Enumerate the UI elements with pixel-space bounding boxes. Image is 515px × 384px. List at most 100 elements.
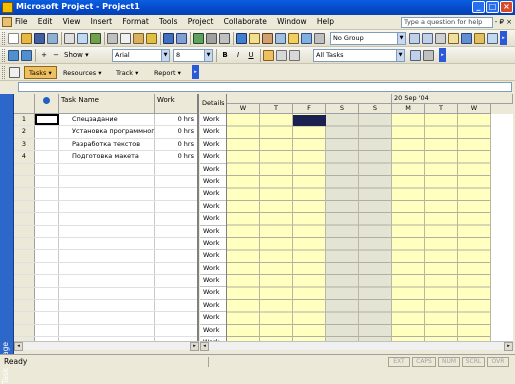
mdi-controls[interactable]: - ₽ × (495, 18, 512, 26)
row-id[interactable] (14, 213, 35, 225)
format-painter-icon[interactable] (146, 33, 157, 44)
italic-button[interactable]: I (232, 50, 244, 61)
table-row[interactable] (14, 200, 197, 214)
work-cell[interactable]: 0 hrs (156, 139, 196, 150)
table-row[interactable]: 3 Разработка текстов 0 hrs (14, 138, 197, 152)
report-button[interactable]: Report ▾ (149, 66, 186, 79)
menu-edit[interactable]: Edit (38, 17, 53, 26)
paste-icon[interactable] (133, 33, 144, 44)
work-cell[interactable]: 0 hrs (156, 126, 196, 137)
task-name-cell[interactable] (62, 176, 154, 187)
toolbar-options-icon[interactable]: ▸ (192, 65, 199, 79)
minimize-button[interactable]: _ (472, 1, 485, 13)
cut-icon[interactable] (107, 33, 118, 44)
row-id[interactable] (14, 200, 35, 213)
task-name-cell[interactable] (62, 325, 154, 336)
group-combo[interactable]: No Group ▼ (330, 32, 406, 45)
task-name-cell[interactable] (62, 300, 154, 311)
menu-file[interactable]: File (15, 17, 28, 26)
unlink-tasks-icon[interactable] (206, 33, 217, 44)
indent-icon[interactable] (21, 50, 32, 61)
row-id[interactable] (14, 188, 35, 200)
task-name-cell[interactable] (62, 263, 154, 274)
search-icon[interactable] (47, 33, 58, 44)
work-cell[interactable]: 0 hrs (156, 114, 196, 125)
task-sheet-hscrollbar[interactable]: ◂ ▸ (14, 341, 199, 351)
bold-button[interactable]: B (219, 50, 231, 61)
publish-icon[interactable] (288, 33, 299, 44)
task-name-cell[interactable] (62, 275, 154, 286)
row-id[interactable] (14, 324, 35, 337)
task-name-cell[interactable] (62, 164, 154, 175)
outdent-icon[interactable] (8, 50, 19, 61)
view-bar[interactable]: Task Usage (0, 94, 14, 384)
task-name-column-header[interactable]: Task Name (59, 94, 155, 114)
task-name-cell[interactable]: Разработка текстов (62, 139, 154, 150)
workday-column[interactable] (260, 114, 293, 348)
work-cell[interactable]: 0 hrs (156, 151, 196, 162)
table-row[interactable] (14, 275, 197, 288)
task-name-cell[interactable]: Спецзадание (62, 114, 154, 125)
chevron-down-icon[interactable]: ▼ (204, 50, 212, 61)
task-name-cell[interactable] (62, 288, 154, 299)
timephased-cells[interactable] (227, 114, 513, 348)
work-column-header[interactable]: Work (155, 94, 197, 114)
print-icon[interactable] (64, 33, 75, 44)
table-row[interactable] (14, 287, 197, 300)
menu-format[interactable]: Format (122, 17, 148, 26)
row-id[interactable] (14, 287, 35, 299)
workgroup-icon[interactable] (301, 33, 312, 44)
indicator-cell[interactable] (35, 176, 59, 188)
indicator-cell[interactable] (35, 287, 59, 299)
table-row[interactable] (14, 176, 197, 189)
spelling-icon[interactable] (90, 33, 101, 44)
menu-insert[interactable]: Insert (91, 17, 113, 26)
table-row[interactable] (14, 324, 197, 338)
project-guide-icon[interactable] (9, 67, 20, 78)
work-cell[interactable] (156, 263, 196, 274)
work-cell[interactable] (156, 226, 196, 237)
work-cell[interactable] (156, 188, 196, 199)
toolbar-options-icon[interactable]: ▸ (500, 31, 507, 45)
work-cell[interactable] (156, 288, 196, 299)
task-notes-icon[interactable] (249, 33, 260, 44)
row-id[interactable] (14, 250, 35, 262)
align-right-icon[interactable] (289, 50, 300, 61)
font-size-combo[interactable]: 8 ▼ (173, 49, 213, 62)
row-id[interactable] (14, 275, 35, 287)
indicator-cell[interactable] (35, 275, 59, 287)
copy-icon[interactable] (120, 33, 131, 44)
close-button[interactable]: × (500, 1, 513, 13)
indicator-cell[interactable] (35, 114, 59, 126)
indicator-cell[interactable] (35, 138, 59, 151)
align-left-icon[interactable] (263, 50, 274, 61)
table-row[interactable] (14, 262, 197, 276)
select-all-cell[interactable] (14, 94, 35, 114)
scroll-right-icon[interactable]: ▸ (504, 342, 513, 351)
table-row[interactable] (14, 188, 197, 201)
row-id[interactable] (14, 262, 35, 275)
task-name-cell[interactable] (62, 238, 154, 249)
weekend-column[interactable] (359, 114, 392, 348)
timescale[interactable]: 20 Sep '04 WTFSSMTW (227, 94, 513, 114)
new-icon[interactable] (8, 33, 19, 44)
workday-column[interactable] (293, 114, 326, 348)
zoom-in-icon[interactable] (409, 33, 420, 44)
insert-hyperlink-icon[interactable] (176, 33, 187, 44)
resources-button[interactable]: Resources ▾ (58, 66, 107, 79)
task-name-cell[interactable] (62, 201, 154, 212)
row-id[interactable]: 1 (14, 114, 35, 126)
print-preview-icon[interactable] (77, 33, 88, 44)
details-header[interactable]: Details (200, 94, 226, 114)
row-id[interactable]: 3 (14, 138, 35, 151)
align-center-icon[interactable] (276, 50, 287, 61)
row-id[interactable] (14, 238, 35, 250)
work-cell[interactable] (156, 213, 196, 224)
work-cell[interactable] (156, 312, 196, 323)
copy-picture-icon[interactable] (275, 33, 286, 44)
help-icon[interactable] (461, 33, 472, 44)
entry-field[interactable] (18, 82, 512, 92)
track-button[interactable]: Track ▾ (111, 66, 143, 79)
task-name-cell[interactable]: Подготовка макета (62, 151, 154, 162)
work-cell[interactable] (156, 201, 196, 212)
